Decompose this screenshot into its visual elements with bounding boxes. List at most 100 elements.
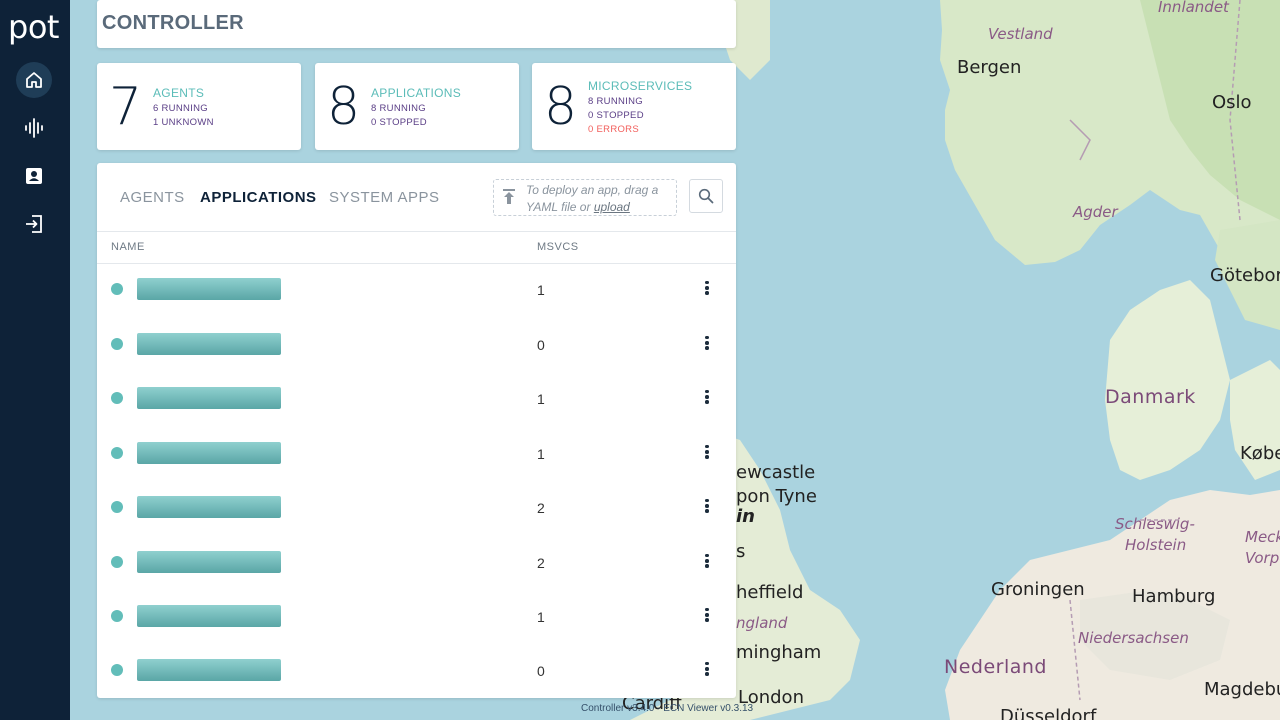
tab-agents[interactable]: AGENTS: [120, 189, 185, 206]
row-menu-icon[interactable]: [701, 497, 713, 515]
app-name-redacted: [137, 442, 281, 464]
waveform-icon: [25, 118, 43, 138]
table-row[interactable]: 2: [97, 536, 736, 590]
microservices-stopped: 0 STOPPED: [588, 110, 644, 121]
applications-count: 8: [327, 77, 361, 137]
status-dot: [111, 610, 123, 622]
msvcs-count: 2: [537, 555, 545, 571]
tab-applications[interactable]: APPLICATIONS: [200, 189, 317, 206]
msvcs-count: 0: [537, 337, 545, 353]
row-menu-icon[interactable]: [701, 443, 713, 461]
map-label-sheffield: heffield: [736, 582, 804, 603]
page-header: CONTROLLER: [97, 0, 736, 48]
map-label-fragment: in: [736, 506, 755, 527]
map-label-dusseldorf: Düsseldorf: [1000, 706, 1097, 720]
msvcs-count: 1: [537, 282, 545, 298]
map-label-goteborg: Götebor: [1210, 265, 1280, 286]
status-dot: [111, 338, 123, 350]
table-row[interactable]: 2: [97, 481, 736, 535]
map-label-birmingham: mingham: [736, 642, 822, 663]
column-name[interactable]: NAME: [111, 241, 145, 253]
status-dot: [111, 664, 123, 676]
map-label-groningen: Groningen: [991, 579, 1085, 600]
page-title: CONTROLLER: [102, 12, 244, 34]
row-menu-icon[interactable]: [701, 279, 713, 297]
microservices-count: 8: [544, 77, 578, 137]
applications-running: 8 RUNNING: [371, 103, 426, 114]
column-msvcs[interactable]: MSVCS: [537, 241, 579, 253]
drop-zone-text: To deploy an app, drag a YAML file or up…: [526, 182, 671, 216]
sidebar-item-catalog[interactable]: [16, 158, 52, 194]
microservices-running: 8 RUNNING: [588, 96, 643, 107]
map-label-oslo: Oslo: [1212, 92, 1252, 113]
microservices-errors: 0 ERRORS: [588, 124, 639, 135]
map-label-agder: Agder: [1073, 203, 1118, 221]
agents-count: 7: [109, 77, 143, 137]
map-label-nederland: Nederland: [944, 656, 1047, 678]
map-label-danmark: Danmark: [1105, 386, 1196, 408]
sidebar-item-activity[interactable]: [16, 110, 52, 146]
table-row[interactable]: 1: [97, 372, 736, 426]
map-label-innlandet: Innlandet: [1158, 0, 1229, 16]
status-dot: [111, 556, 123, 568]
agents-label: AGENTS: [153, 86, 205, 100]
applications-stat-card[interactable]: 8 APPLICATIONS 8 RUNNING 0 STOPPED: [315, 63, 519, 150]
yaml-drop-zone[interactable]: To deploy an app, drag a YAML file or up…: [493, 179, 677, 216]
search-icon: [698, 188, 714, 204]
map-label-vestland: Vestland: [988, 25, 1053, 43]
table-row[interactable]: 0: [97, 318, 736, 372]
table-row[interactable]: 1: [97, 427, 736, 481]
map-label-newcastle: ewcastle: [736, 462, 816, 483]
row-menu-icon[interactable]: [701, 334, 713, 352]
map-label-vorpor: Vorpor: [1245, 549, 1280, 567]
row-menu-icon[interactable]: [701, 552, 713, 570]
status-dot: [111, 447, 123, 459]
map-label-niedersachsen: Niedersachsen: [1078, 629, 1189, 647]
table-header: NAME MSVCS: [97, 231, 736, 264]
app-name-redacted: [137, 278, 281, 300]
app-name-redacted: [137, 496, 281, 518]
drop-zone-instructions: To deploy an app, drag a YAML file or: [526, 183, 659, 214]
map-label-bergen: Bergen: [957, 57, 1022, 78]
agents-running: 6 RUNNING: [153, 103, 208, 114]
table-row[interactable]: 1: [97, 263, 736, 317]
sidebar-item-logout[interactable]: [16, 206, 52, 242]
applications-label: APPLICATIONS: [371, 86, 462, 100]
map-label-kobenhavn: Køber: [1240, 443, 1280, 464]
table-row[interactable]: 1: [97, 590, 736, 644]
logout-icon: [26, 215, 42, 233]
app-name-redacted: [137, 333, 281, 355]
applications-stopped: 0 STOPPED: [371, 117, 427, 128]
status-dot: [111, 283, 123, 295]
msvcs-count: 2: [537, 500, 545, 516]
table-row[interactable]: 0: [97, 644, 736, 698]
msvcs-count: 1: [537, 391, 545, 407]
search-button[interactable]: [689, 179, 723, 213]
map-label-fragment-2: s: [736, 541, 746, 562]
status-dot: [111, 392, 123, 404]
row-menu-icon[interactable]: [701, 388, 713, 406]
sidebar-item-home[interactable]: [16, 62, 52, 98]
row-menu-icon[interactable]: [701, 606, 713, 624]
logo[interactable]: pot: [8, 8, 59, 46]
microservices-stat-card[interactable]: 8 MICROSERVICES 8 RUNNING 0 STOPPED 0 ER…: [532, 63, 736, 150]
tab-system-apps[interactable]: SYSTEM APPS: [329, 189, 440, 206]
row-menu-icon[interactable]: [701, 660, 713, 678]
status-dot: [111, 501, 123, 513]
app-name-redacted: [137, 659, 281, 681]
map-label-hamburg: Hamburg: [1132, 586, 1216, 607]
map-label-schleswig: Schleswig-: [1115, 515, 1195, 533]
applications-panel: AGENTS APPLICATIONS SYSTEM APPS To deplo…: [97, 163, 736, 698]
msvcs-count: 1: [537, 609, 545, 625]
upload-icon: [503, 189, 515, 204]
contact-card-icon: [26, 168, 42, 184]
upload-link[interactable]: upload: [594, 200, 630, 214]
map-label-holstein: Holstein: [1125, 536, 1187, 554]
agents-stat-card[interactable]: 7 AGENTS 6 RUNNING 1 UNKNOWN: [97, 63, 301, 150]
map-label-meckle: Meckle: [1245, 528, 1280, 546]
map-label-newcastle-2: pon Tyne: [736, 486, 817, 507]
app-name-redacted: [137, 605, 281, 627]
msvcs-count: 1: [537, 446, 545, 462]
map-label-magdeburg: Magdebur: [1204, 679, 1280, 700]
microservices-label: MICROSERVICES: [588, 79, 693, 93]
